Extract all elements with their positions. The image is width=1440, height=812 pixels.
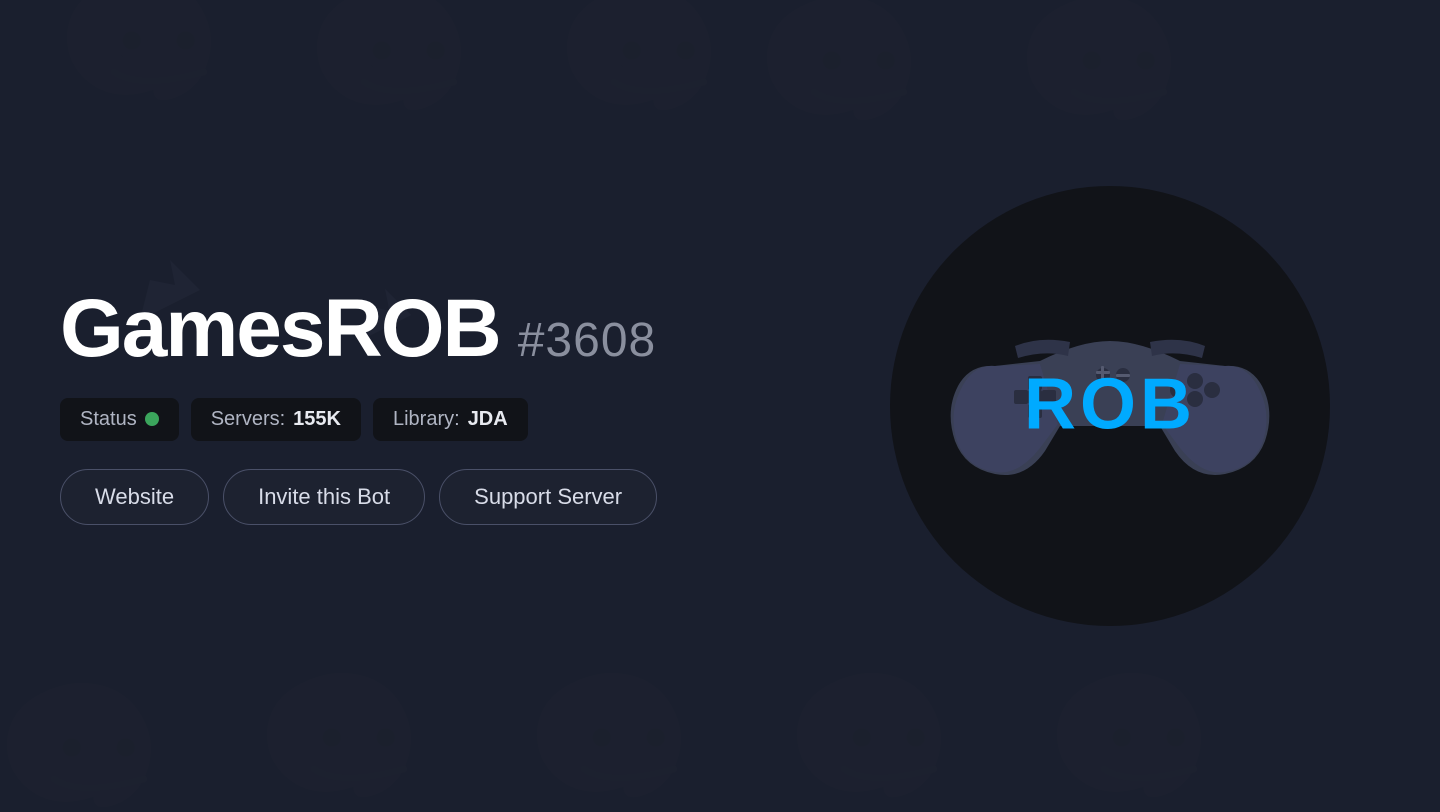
bot-discriminator: #3608 (518, 313, 656, 368)
status-dot-icon (145, 412, 159, 426)
buttons-row: Website Invite this Bot Support Server (60, 469, 880, 525)
stats-row: Status Servers: 155K Library: JDA (60, 398, 880, 441)
bot-title: GamesROB #3608 (60, 288, 880, 370)
website-button[interactable]: Website (60, 469, 209, 525)
servers-label: Servers: (211, 408, 285, 431)
left-section: GamesROB #3608 Status Servers: 155K Libr… (60, 288, 880, 525)
library-badge: Library: JDA (373, 398, 528, 441)
bot-name: GamesROB (60, 288, 500, 370)
rob-text: ROB (1024, 369, 1196, 441)
invite-bot-button[interactable]: Invite this Bot (223, 469, 425, 525)
bot-avatar: ROB (890, 186, 1330, 626)
status-badge: Status (60, 398, 179, 441)
servers-badge: Servers: 155K (191, 398, 361, 441)
support-server-button[interactable]: Support Server (439, 469, 657, 525)
servers-value: 155K (293, 408, 341, 431)
library-value: JDA (468, 408, 508, 431)
library-label: Library: (393, 408, 460, 431)
content-wrapper: GamesROB #3608 Status Servers: 155K Libr… (0, 0, 1440, 812)
controller-container: ROB (940, 276, 1280, 536)
status-label: Status (80, 408, 137, 431)
right-section: ROB (880, 176, 1340, 636)
